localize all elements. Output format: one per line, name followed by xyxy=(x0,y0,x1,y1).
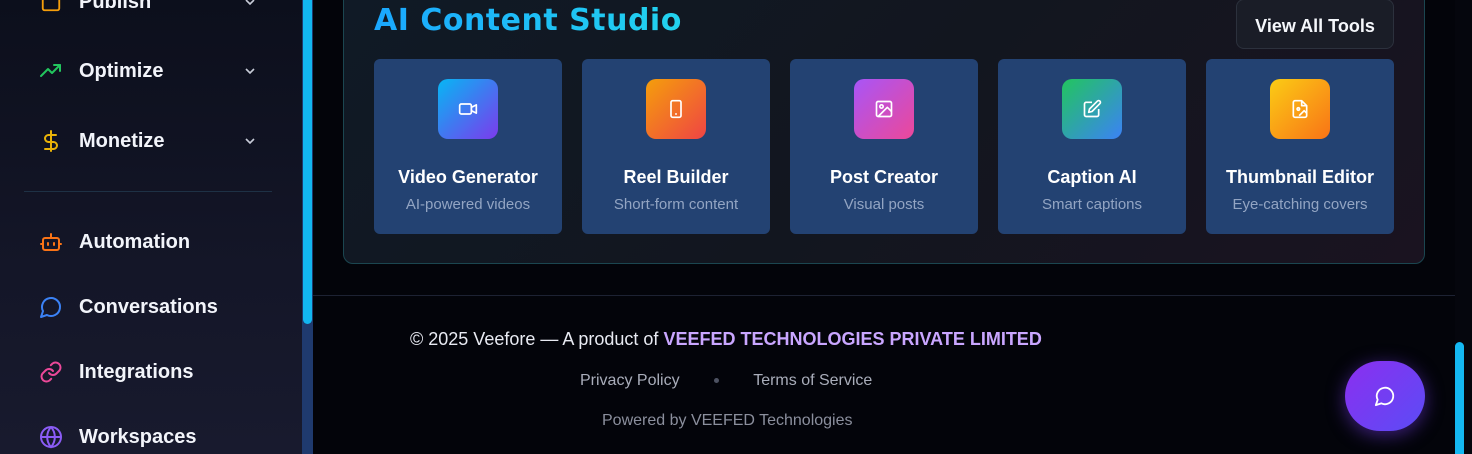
image-icon xyxy=(854,79,914,139)
tool-card-video-generator[interactable]: Video Generator AI-powered videos xyxy=(374,59,562,234)
sidebar-item-label: Conversations xyxy=(79,295,218,318)
sidebar-item-publish[interactable]: Publish xyxy=(24,0,272,24)
sidebar-item-label: Workspaces xyxy=(79,425,197,448)
tool-name: Thumbnail Editor xyxy=(1226,167,1374,187)
chevron-down-icon xyxy=(245,138,255,145)
powered-by-text: Powered by VEEFED Technologies xyxy=(602,412,853,429)
copyright-text: © 2025 Veefore — A product of VEEFED TEC… xyxy=(410,329,1042,350)
sidebar: Publish Optimize Monetize Automation Con… xyxy=(0,0,302,454)
tool-name: Post Creator xyxy=(829,167,939,187)
ai-content-studio-panel: AI Content Studio View All Tools Video G… xyxy=(343,0,1425,264)
tool-description: Visual posts xyxy=(843,196,925,213)
sidebar-item-label: Publish xyxy=(79,0,152,13)
sidebar-item-label: Automation xyxy=(79,230,191,253)
tool-card-reel-builder[interactable]: Reel Builder Short-form content xyxy=(582,59,770,234)
privacy-policy-link[interactable]: Privacy Policy xyxy=(580,372,680,389)
footer-links: Privacy Policy Terms of Service xyxy=(580,372,872,390)
globe-icon xyxy=(39,425,63,449)
dollar-icon xyxy=(39,129,63,153)
edit-icon xyxy=(1062,79,1122,139)
chevron-down-icon xyxy=(245,68,255,75)
page-scrollbar-thumb[interactable] xyxy=(1455,342,1464,454)
separator-dot xyxy=(714,378,720,384)
copyright-prefix: © 2025 Veefore — A product of xyxy=(410,329,659,349)
sidebar-scrollbar-thumb[interactable] xyxy=(303,0,312,324)
tool-card-caption-ai[interactable]: Caption AI Smart captions xyxy=(998,59,1186,234)
sidebar-item-label: Optimize xyxy=(79,59,164,82)
tool-description: Short-form content xyxy=(613,196,739,213)
link-icon xyxy=(39,360,63,384)
trending-up-icon xyxy=(39,59,63,83)
tool-description: Eye-catching covers xyxy=(1232,196,1368,213)
chat-icon xyxy=(1374,386,1395,407)
company-link[interactable]: VEEFED TECHNOLOGIES PRIVATE LIMITED xyxy=(663,329,1041,349)
sidebar-item-label: Integrations xyxy=(79,360,194,383)
sidebar-item-automation[interactable]: Automation xyxy=(24,220,272,264)
chat-button[interactable] xyxy=(1345,361,1425,431)
video-camera-icon xyxy=(438,79,498,139)
sidebar-item-optimize[interactable]: Optimize xyxy=(24,49,272,93)
tool-card-post-creator[interactable]: Post Creator Visual posts xyxy=(790,59,978,234)
file-image-icon xyxy=(1270,79,1330,139)
chevron-down-icon xyxy=(245,0,255,6)
main-content: AI Content Studio View All Tools Video G… xyxy=(313,0,1455,454)
sidebar-item-integrations[interactable]: Integrations xyxy=(24,350,272,394)
section-title: AI Content Studio xyxy=(374,3,682,38)
tool-card-thumbnail-editor[interactable]: Thumbnail Editor Eye-catching covers xyxy=(1206,59,1394,234)
publish-icon xyxy=(39,0,63,14)
smartphone-icon xyxy=(646,79,706,139)
sidebar-item-conversations[interactable]: Conversations xyxy=(24,285,272,329)
chat-bubble-icon xyxy=(39,295,63,319)
sidebar-item-workspaces[interactable]: Workspaces xyxy=(24,415,272,454)
tool-description: Smart captions xyxy=(1041,196,1143,213)
tool-name: Caption AI xyxy=(1047,167,1137,187)
bot-icon xyxy=(39,230,63,254)
sidebar-divider xyxy=(24,191,272,192)
sidebar-item-label: Monetize xyxy=(79,129,165,152)
view-all-tools-button[interactable]: View All Tools xyxy=(1236,0,1394,49)
tool-description: AI-powered videos xyxy=(405,196,531,213)
footer-divider xyxy=(313,295,1455,296)
sidebar-item-monetize[interactable]: Monetize xyxy=(24,119,272,163)
terms-of-service-link[interactable]: Terms of Service xyxy=(753,372,872,389)
tool-name: Reel Builder xyxy=(623,167,729,187)
tool-name: Video Generator xyxy=(398,167,538,187)
